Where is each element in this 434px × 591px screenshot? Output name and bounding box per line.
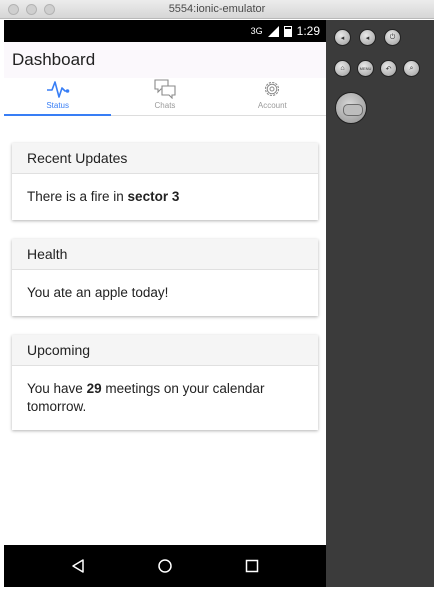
zoom-window-button[interactable] [44,4,55,15]
card-text: You have [27,381,87,396]
network-indicator: 3G [250,26,263,36]
pulse-icon [46,81,69,98]
home-icon [158,559,172,573]
volume-up-icon[interactable]: ◂ [359,29,376,46]
back-icon [71,559,84,573]
window-title: 5554:ionic-emulator [168,3,266,15]
tab-bar: Status Chats Account [4,78,326,116]
phone-screen: 3G 1:29 Dashboard Status Chats Account R… [4,20,326,587]
status-bar: 3G 1:29 [4,20,326,42]
nav-home-button[interactable] [145,551,185,581]
minimize-window-button[interactable] [26,4,37,15]
close-window-button[interactable] [8,4,19,15]
search-icon[interactable]: ⌕ [403,60,420,77]
chatboxes-icon [154,79,176,99]
recents-icon [246,559,259,573]
card-body: You have 29 meetings on your calendar to… [12,366,318,430]
signal-icon [267,25,279,37]
volume-down-icon[interactable]: ◂ [334,29,351,46]
tab-chats-label: Chats [154,101,176,110]
card-text: You ate an apple today! [27,285,169,300]
dpad-control[interactable] [335,92,367,124]
menu-label: MENU [359,66,372,71]
nav-recents-button[interactable] [232,551,272,581]
gear-icon [265,81,280,97]
back-icon[interactable]: ↶ [380,60,397,77]
content-area: Recent Updates There is a fire in sector… [4,143,326,430]
card-health: Health You ate an apple today! [12,239,318,316]
card-upcoming: Upcoming You have 29 meetings on your ca… [12,335,318,430]
tab-account-label: Account [257,101,287,110]
card-header: Recent Updates [12,143,318,174]
menu-button[interactable]: MENU [357,60,374,77]
card-bold-text: 29 [86,381,102,396]
emulator-row-2: ⌂ MENU ↶ ⌕ [334,60,420,77]
window-titlebar: 5554:ionic-emulator [0,0,434,19]
android-nav-bar [4,545,326,587]
card-recent-updates: Recent Updates There is a fire in sector… [12,143,318,220]
emulator-control-panel: ◂ ◂ ⏻ ⌂ MENU ↶ ⌕ [326,20,434,587]
card-body: You ate an apple today! [12,270,318,316]
page-title: Dashboard [12,50,96,69]
card-text: There is a fire in [27,189,128,204]
card-header: Health [12,239,318,270]
app-header: Dashboard [4,42,326,78]
card-header: Upcoming [12,335,318,366]
window-controls [8,4,55,15]
tab-chats[interactable]: Chats [111,78,218,115]
emulator-row-1: ◂ ◂ ⏻ [334,29,401,46]
power-icon[interactable]: ⏻ [384,29,401,46]
clock: 1:29 [296,24,320,38]
tab-account[interactable]: Account [219,78,326,115]
tab-status-label: Status [46,101,69,110]
tab-status[interactable]: Status [4,78,112,116]
card-bold-text: sector 3 [127,189,180,204]
battery-icon [283,25,292,37]
home-icon[interactable]: ⌂ [334,60,351,77]
nav-back-button[interactable] [58,551,98,581]
card-body: There is a fire in sector 3 [12,174,318,220]
